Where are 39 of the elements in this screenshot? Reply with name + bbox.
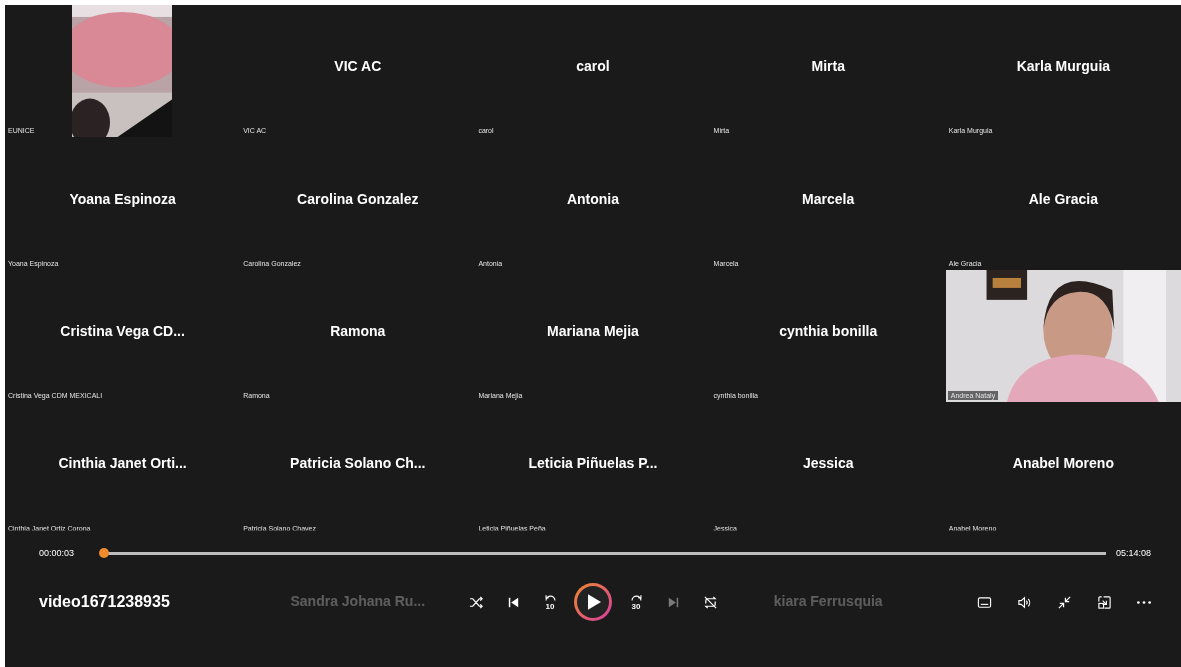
video-title: video1671238935 [39,593,170,610]
participant-name: Leticia Piñuelas P... [527,454,659,474]
participant-name: kiara Ferrusquia [772,591,884,611]
elapsed-time: 00:00:03 [39,548,75,558]
participant-name: cynthia bonilla [778,322,879,341]
skip-seconds: 10 [545,602,555,611]
volume-icon [1016,594,1032,610]
participant-name: Mirta [810,57,846,77]
subtitles-icon [976,594,992,610]
duration-time: 05:14:08 [1115,548,1151,558]
participant-name: Marcela [801,189,856,209]
participant-name: carol [575,57,611,77]
miniplayer-icon [1096,594,1112,610]
participant-name: Patricia Solano Ch... [289,454,427,474]
participant-name: Jessica [801,454,855,474]
participant-name: Mariana Mejia [546,322,640,341]
participant-name: Sandra Johana Ru... [289,591,427,611]
participant-name: Carolina Gonzalez [296,189,420,209]
seek-thumb[interactable] [99,548,110,558]
forward-icon [628,593,644,601]
more-icon [1137,600,1151,604]
participant-name: Karla Murguia [1015,57,1112,77]
forward-button[interactable]: 30 [623,589,649,615]
skip-seconds: 30 [631,602,641,611]
participant-name: Antonia [565,189,621,209]
rewind-icon [542,593,558,601]
play-icon [588,594,601,610]
participant-name: VIC AC [333,57,383,77]
seek-bar[interactable] [99,548,1106,558]
exit-fullscreen-icon [1056,594,1072,610]
participant-name: Ramona [329,322,387,341]
shuffle-icon [468,594,484,610]
rewind-button[interactable]: 10 [537,589,563,615]
participant-name: Yoana Espinoza [68,189,177,209]
repeat-icon [702,594,718,610]
participant-name: Anabel Moreno [1011,454,1115,474]
participant-name: Cinthia Janet Orti... [57,454,188,474]
participant-name: Ale Gracia [1027,189,1099,209]
participant-name: Cristina Vega CD... [59,322,186,341]
